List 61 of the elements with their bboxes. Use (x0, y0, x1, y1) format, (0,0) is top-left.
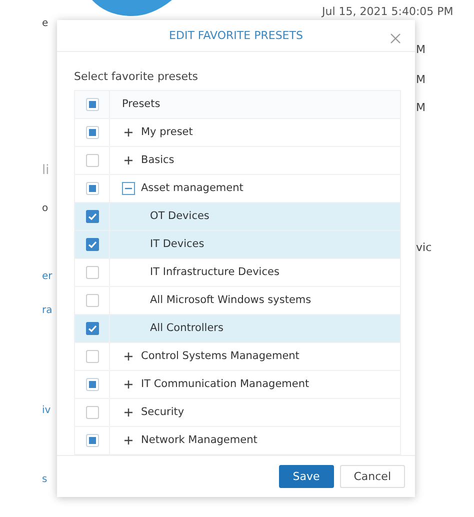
background-text: s (42, 474, 48, 485)
expand-icon[interactable] (122, 406, 135, 419)
checkbox[interactable] (86, 154, 98, 167)
preset-label: IT Communication Management (141, 378, 310, 390)
preset-label: IT Devices (150, 238, 204, 250)
column-header: Presets (121, 97, 160, 112)
close-icon (390, 33, 401, 44)
background-text: M (416, 101, 426, 114)
close-button[interactable] (388, 31, 403, 46)
tree-row[interactable]: Network Management (75, 426, 400, 454)
checkbox[interactable] (86, 210, 98, 223)
checkbox[interactable] (86, 126, 98, 139)
checkbox[interactable] (86, 294, 98, 307)
tree-row[interactable]: IT Infrastructure Devices (75, 258, 400, 287)
expand-icon[interactable] (122, 350, 135, 363)
tree-row[interactable]: IT Devices (75, 230, 400, 259)
expand-icon[interactable] (122, 378, 135, 391)
tree-row[interactable]: My preset (75, 118, 400, 147)
cancel-button[interactable]: Cancel (340, 464, 405, 488)
expand-icon[interactable] (122, 434, 135, 447)
preset-label: Network Management (141, 434, 258, 446)
collapse-icon[interactable] (122, 182, 135, 195)
preset-label: Control Systems Management (141, 350, 300, 362)
preset-label: Security (141, 406, 184, 418)
section-label: Select favorite presets (74, 70, 200, 83)
save-button[interactable]: Save (278, 464, 334, 488)
tree-row[interactable]: All Controllers (75, 314, 400, 343)
background-text: M (416, 43, 426, 56)
checkbox[interactable] (86, 266, 98, 279)
preset-label: Asset management (141, 182, 244, 194)
checkbox[interactable] (86, 378, 98, 391)
tree-row[interactable]: Basics (75, 146, 400, 175)
checkbox[interactable] (86, 98, 98, 111)
expand-icon[interactable] (122, 154, 135, 167)
background-text: o (42, 203, 48, 214)
preset-label: OT Devices (150, 210, 210, 222)
checkbox[interactable] (86, 350, 98, 363)
background-text: ra (42, 305, 52, 316)
tree-row[interactable]: OT Devices (75, 202, 400, 231)
tree-row[interactable]: Control Systems Management (75, 342, 400, 371)
background-text: e (42, 18, 48, 29)
preset-label: Basics (141, 154, 174, 166)
preset-label: IT Infrastructure Devices (150, 266, 280, 278)
checkbox[interactable] (86, 322, 98, 335)
dialog-title: EDIT FAVORITE PRESETS (169, 28, 303, 42)
expand-icon[interactable] (122, 126, 135, 139)
tree-row[interactable]: IT Communication Management (75, 370, 400, 399)
checkbox[interactable] (86, 406, 98, 419)
preset-label: My preset (141, 126, 193, 138)
background-text: M (416, 73, 426, 86)
background-text: vic (416, 241, 432, 254)
preset-label: All Microsoft Windows systems (150, 294, 312, 306)
background-text: li (42, 163, 50, 178)
tree-row[interactable]: Security (75, 398, 400, 427)
background-text: er (42, 271, 52, 282)
background-text: iv (42, 405, 51, 416)
checkbox[interactable] (86, 182, 98, 195)
checkbox[interactable] (86, 434, 98, 447)
timestamp-text: Jul 15, 2021 5:40:05 PM (322, 5, 454, 18)
preset-label: All Controllers (150, 322, 224, 334)
checkbox[interactable] (86, 238, 98, 251)
